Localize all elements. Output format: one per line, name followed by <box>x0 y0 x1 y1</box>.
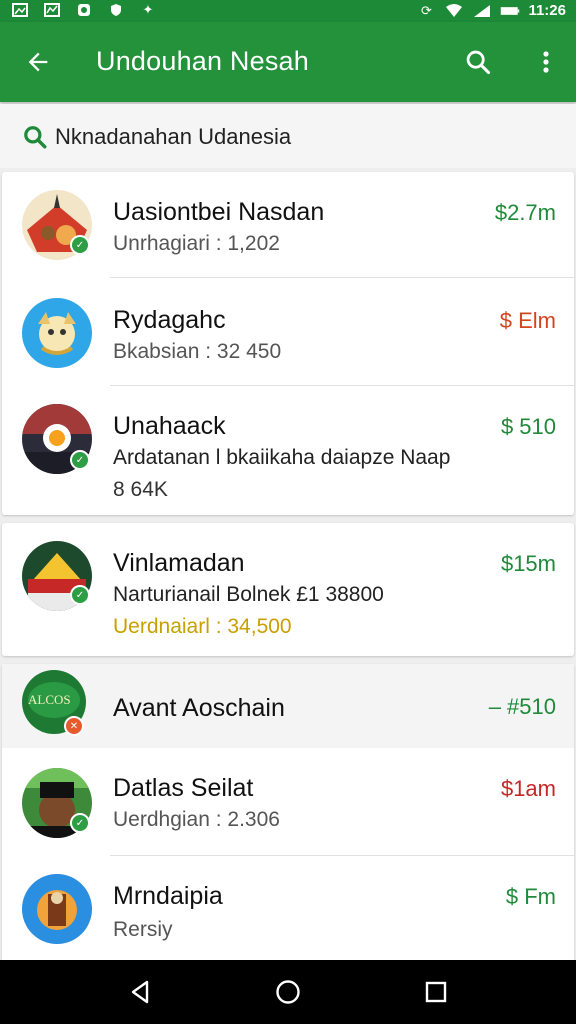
item-subtitle: Narturianail Bolnek £1 38800 <box>113 583 384 606</box>
item-subtitle-secondary: Uerdnaiarl : 34,500 <box>113 615 292 638</box>
verified-badge: ✓ <box>70 585 90 605</box>
item-name: Datlas Seilat <box>113 774 254 802</box>
item-subtitle: Rersiy <box>113 918 173 941</box>
clock: 11:26 <box>528 2 566 19</box>
item-name: Uasiontbei Nasdan <box>113 198 325 226</box>
list-item[interactable]: ALCOS ✕ Avant Aoschain – #510 <box>2 664 574 748</box>
page-title: Undouhan Nesah <box>96 46 309 76</box>
results-card: ALCOS ✕ Avant Aoschain – #510 ✓ Datlas S… <box>2 664 574 960</box>
nav-recents-button[interactable] <box>416 972 456 1012</box>
nav-home-button[interactable] <box>268 972 308 1012</box>
search-query[interactable]: Nknadanahan Udanesia <box>55 124 291 150</box>
search-icon <box>24 126 47 149</box>
search-bar[interactable]: Nknadanahan Udanesia <box>0 104 576 168</box>
item-subtitle-secondary: 8 64K <box>113 478 168 501</box>
item-subtitle: Uerdhgian : 2.306 <box>113 808 280 831</box>
search-button[interactable] <box>458 42 498 82</box>
status-bar: ✦ ⟳ 11:26 <box>0 0 576 22</box>
circle-home-icon <box>276 980 300 1004</box>
item-name: Mrndaipia <box>113 882 223 910</box>
sync-icon: ⟳ <box>421 2 432 18</box>
nav-back-button[interactable] <box>120 972 160 1012</box>
results-card: ✓ Vinlamadan Narturianail Bolnek £1 3880… <box>2 523 574 656</box>
item-price: – #510 <box>488 694 556 719</box>
item-subtitle: Unrhagiari : 1,202 <box>113 232 280 255</box>
image-notification-icon <box>10 2 30 18</box>
triangle-back-icon <box>131 980 149 1004</box>
item-name: Unahaack <box>113 412 226 440</box>
list-item[interactable]: ✓ Datlas Seilat Uerdhgian : 2.306 $1am <box>2 748 574 856</box>
item-name: Vinlamadan <box>113 549 245 577</box>
item-subtitle: Ardatanan l bkaiikaha daiapze Naap <box>113 446 451 469</box>
search-icon <box>466 50 491 75</box>
alert-badge: ✕ <box>64 716 84 736</box>
list-item[interactable]: ✓ Vinlamadan Narturianail Bolnek £1 3880… <box>2 523 574 656</box>
avatar <box>22 874 92 944</box>
item-price: $ 510 <box>500 414 556 439</box>
item-price: $2.7m <box>494 200 556 225</box>
list-item[interactable]: Mrndaipia Rersiy $ Fm <box>2 856 574 960</box>
chart-notification-icon <box>42 2 62 18</box>
item-price: $1am <box>500 776 556 801</box>
item-name: Rydagahc <box>113 306 226 334</box>
battery-icon <box>500 3 520 19</box>
shield-notification-icon <box>106 2 126 18</box>
list-item[interactable]: Rydagahc Bkabsian : 32 450 $ Elm <box>2 278 574 386</box>
app-bar: Undouhan Nesah <box>0 22 576 102</box>
more-options-button[interactable] <box>526 42 566 82</box>
wifi-icon <box>444 3 464 19</box>
sparkle-notification-icon: ✦ <box>142 2 154 17</box>
system-nav-bar <box>0 960 576 1024</box>
item-price: $15m <box>500 551 556 576</box>
item-price: $ Elm <box>499 308 556 333</box>
list-item[interactable]: ✓ Uasiontbei Nasdan Unrhagiari : 1,202 $… <box>2 172 574 278</box>
logo-text: ALCOS <box>28 692 71 707</box>
item-subtitle: Bkabsian : 32 450 <box>113 340 282 363</box>
arrow-left-icon <box>28 52 48 72</box>
avatar <box>22 298 92 368</box>
signal-icon <box>472 3 492 19</box>
verified-badge: ✓ <box>70 813 90 833</box>
verified-badge: ✓ <box>70 450 90 470</box>
square-recents-icon <box>425 981 447 1003</box>
item-price: $ Fm <box>505 884 556 909</box>
item-name: Avant Aoschain <box>113 694 285 722</box>
results-card: ✓ Uasiontbei Nasdan Unrhagiari : 1,202 $… <box>2 172 574 515</box>
app-notification-icon <box>74 2 94 18</box>
list-item[interactable]: ✓ Unahaack Ardatanan l bkaiikaha daiapze… <box>2 386 574 515</box>
more-vertical-icon <box>543 51 549 73</box>
verified-badge: ✓ <box>70 235 90 255</box>
back-button[interactable] <box>18 42 58 82</box>
